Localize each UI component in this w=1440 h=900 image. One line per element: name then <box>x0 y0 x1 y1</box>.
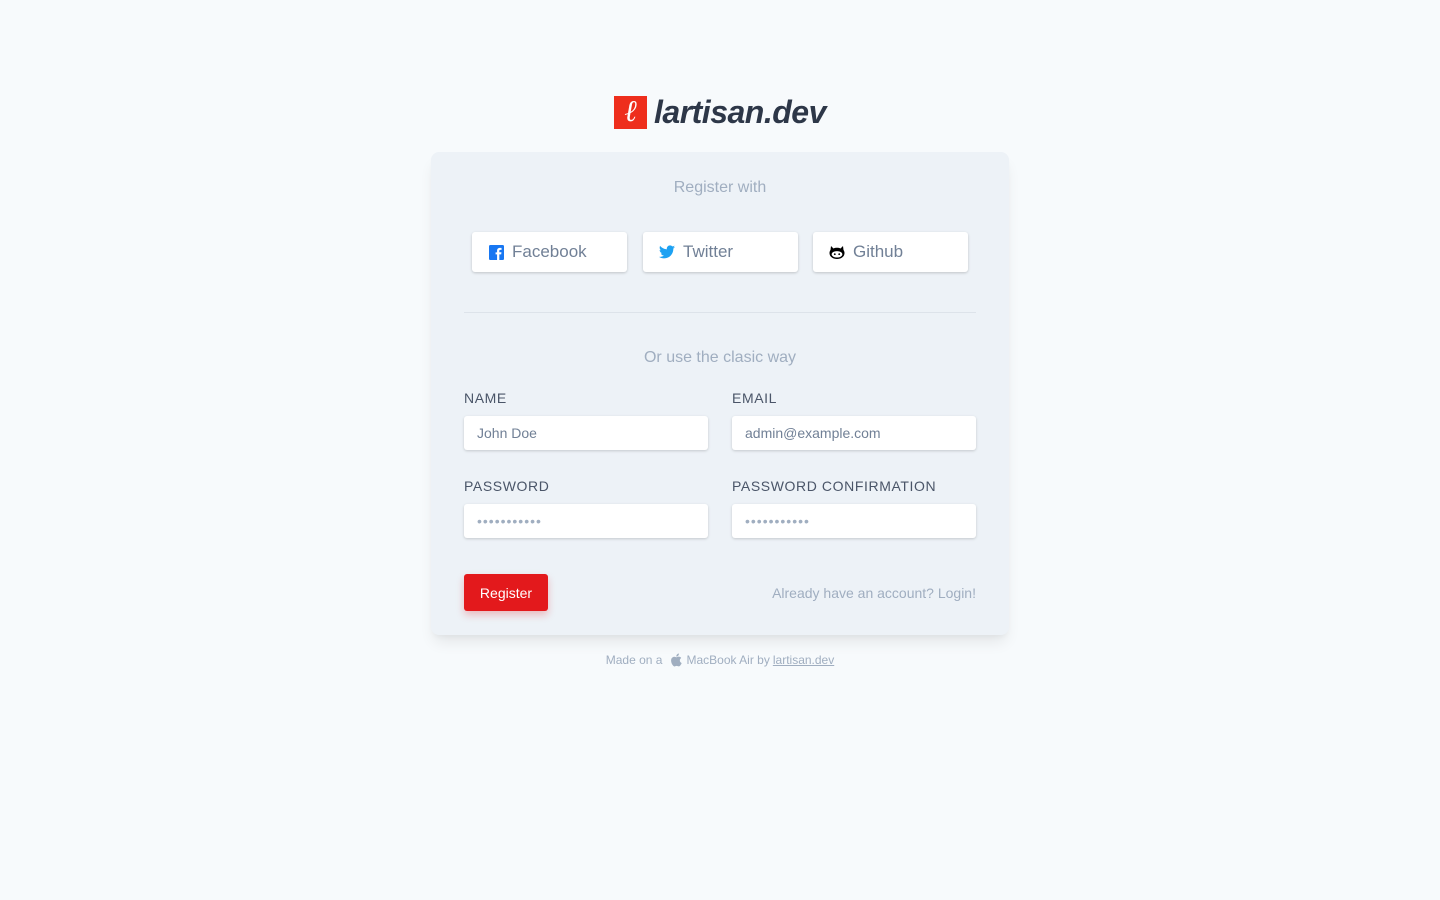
twitter-button[interactable]: Twitter <box>643 232 798 272</box>
classic-heading: Or use the clasic way <box>643 349 797 366</box>
github-icon <box>829 244 845 260</box>
brand-name: lartisan.dev <box>654 94 826 130</box>
github-label: Github <box>853 242 904 261</box>
register-with-heading: Register with <box>673 179 767 196</box>
password-input[interactable] <box>464 504 708 538</box>
name-label: NAME <box>464 390 507 406</box>
apple-icon <box>670 653 683 667</box>
twitter-icon <box>659 244 675 260</box>
facebook-icon <box>488 244 504 260</box>
footer: Made on a MacBook Air by lartisan.dev <box>0 653 1440 667</box>
footer-made-on: Made on a <box>605 653 663 667</box>
facebook-label: Facebook <box>512 242 587 261</box>
divider <box>464 312 976 313</box>
password-label: PASSWORD <box>464 478 550 494</box>
email-input[interactable] <box>732 416 976 450</box>
email-label: EMAIL <box>732 390 778 406</box>
footer-device: MacBook Air by <box>686 653 770 667</box>
login-link[interactable]: Already have an account? Login! <box>772 585 976 601</box>
twitter-label: Twitter <box>683 242 734 261</box>
register-button[interactable]: Register <box>464 574 548 611</box>
facebook-button[interactable]: Facebook <box>472 232 627 272</box>
brand-logo[interactable]: ℓ lartisan.dev <box>614 95 826 129</box>
name-input[interactable] <box>464 416 708 450</box>
password-confirmation-input[interactable] <box>732 504 976 538</box>
register-card: Register with Facebook Twitter Github Or… <box>431 152 1009 635</box>
logo-mark: ℓ <box>614 95 647 129</box>
github-button[interactable]: Github <box>813 232 968 272</box>
password-confirmation-label: PASSWORD CONFIRMATION <box>732 478 937 494</box>
footer-link[interactable]: lartisan.dev <box>773 653 834 667</box>
